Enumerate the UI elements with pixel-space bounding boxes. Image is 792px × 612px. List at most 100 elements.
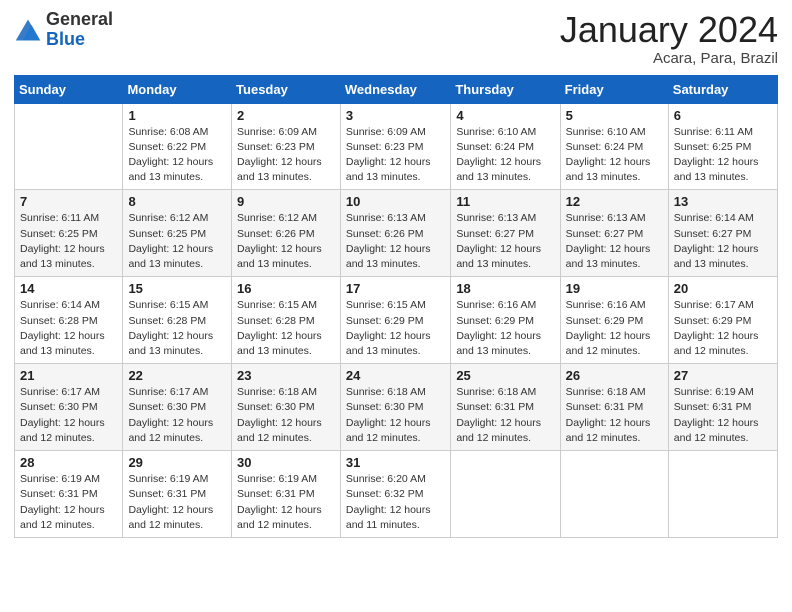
calendar-cell-w0-d2: 2Sunrise: 6:09 AMSunset: 6:23 PMDaylight… bbox=[232, 103, 341, 190]
day-number: 24 bbox=[346, 368, 445, 383]
sunrise-text: Sunrise: 6:19 AM bbox=[237, 473, 317, 485]
sunset-text: Sunset: 6:31 PM bbox=[237, 488, 315, 500]
day-detail: Sunrise: 6:15 AMSunset: 6:28 PMDaylight:… bbox=[128, 298, 226, 359]
sunset-text: Sunset: 6:28 PM bbox=[237, 315, 315, 327]
day-number: 10 bbox=[346, 194, 445, 209]
logo-icon bbox=[14, 16, 42, 44]
daylight-text: Daylight: 12 hours and 13 minutes. bbox=[237, 243, 322, 270]
sunset-text: Sunset: 6:23 PM bbox=[237, 141, 315, 153]
sunrise-text: Sunrise: 6:18 AM bbox=[346, 386, 426, 398]
sunset-text: Sunset: 6:24 PM bbox=[566, 141, 644, 153]
calendar-header: Sunday Monday Tuesday Wednesday Thursday… bbox=[15, 75, 778, 103]
day-number: 20 bbox=[674, 281, 772, 296]
calendar-cell-w4-d5 bbox=[560, 451, 668, 538]
day-number: 11 bbox=[456, 194, 554, 209]
daylight-text: Daylight: 12 hours and 13 minutes. bbox=[566, 243, 651, 270]
day-detail: Sunrise: 6:18 AMSunset: 6:31 PMDaylight:… bbox=[456, 385, 554, 446]
calendar-cell-w2-d2: 16Sunrise: 6:15 AMSunset: 6:28 PMDayligh… bbox=[232, 277, 341, 364]
sunrise-text: Sunrise: 6:14 AM bbox=[20, 299, 100, 311]
calendar-cell-w0-d6: 6Sunrise: 6:11 AMSunset: 6:25 PMDaylight… bbox=[668, 103, 777, 190]
daylight-text: Daylight: 12 hours and 13 minutes. bbox=[237, 156, 322, 183]
day-number: 28 bbox=[20, 455, 117, 470]
title-month: January 2024 bbox=[560, 10, 778, 50]
day-detail: Sunrise: 6:18 AMSunset: 6:31 PMDaylight:… bbox=[566, 385, 663, 446]
sunrise-text: Sunrise: 6:17 AM bbox=[128, 386, 208, 398]
daylight-text: Daylight: 12 hours and 13 minutes. bbox=[128, 330, 213, 357]
day-detail: Sunrise: 6:16 AMSunset: 6:29 PMDaylight:… bbox=[456, 298, 554, 359]
sunset-text: Sunset: 6:32 PM bbox=[346, 488, 424, 500]
calendar-cell-w3-d4: 25 Sunrise: 6:18 AMSunset: 6:31 PMDayligh… bbox=[451, 364, 560, 451]
calendar-cell-w3-d1: 22Sunrise: 6:17 AMSunset: 6:30 PMDayligh… bbox=[123, 364, 232, 451]
sunrise-text: Sunrise: 6:16 AM bbox=[566, 299, 646, 311]
sunrise-text: Sunrise: 6:13 AM bbox=[456, 212, 536, 224]
day-detail: Sunrise: 6:15 AM Sunset: 6:28 PM Daylight:… bbox=[237, 298, 335, 359]
header-sunday: Sunday bbox=[15, 75, 123, 103]
day-number: 26 bbox=[566, 368, 663, 383]
sunrise-text: Sunrise: 6:11 AM bbox=[20, 212, 99, 224]
day-detail: Sunrise: 6:14 AMSunset: 6:28 PMDaylight:… bbox=[20, 298, 117, 359]
sunrise-text: Sunrise: 6:15 AM bbox=[237, 299, 317, 311]
daylight-text: Daylight: 12 hours and 13 minutes. bbox=[20, 330, 105, 357]
day-number: 8 bbox=[128, 194, 226, 209]
day-number: 25 bbox=[456, 368, 554, 383]
daylight-text: Daylight: 12 hours and 12 minutes. bbox=[674, 330, 759, 357]
daylight-text: Daylight: 12 hours and 13 minutes. bbox=[346, 243, 431, 270]
day-detail: Sunrise: 6:20 AMSunset: 6:32 PMDaylight:… bbox=[346, 472, 445, 533]
day-detail: Sunrise: 6:08 AM Sunset: 6:22 PM Daylight:… bbox=[128, 125, 226, 186]
daylight-text: Daylight: 12 hours and 13 minutes. bbox=[237, 330, 322, 357]
sunrise-text: Sunrise: 6:20 AM bbox=[346, 473, 426, 485]
calendar-cell-w3-d3: 24Sunrise: 6:18 AMSunset: 6:30 PMDayligh… bbox=[340, 364, 450, 451]
calendar-cell-w4-d0: 28 Sunrise: 6:19 AMSunset: 6:31 PMDayligh… bbox=[15, 451, 123, 538]
sunrise-text: Sunrise: 6:14 AM bbox=[674, 212, 754, 224]
day-detail: Sunrise: 6:19 AMSunset: 6:31 PMDaylight:… bbox=[128, 472, 226, 533]
sunset-text: Sunset: 6:29 PM bbox=[456, 315, 534, 327]
daylight-text: Daylight: 12 hours and 12 minutes. bbox=[674, 417, 759, 444]
day-number: 23 bbox=[237, 368, 335, 383]
daylight-text: Daylight: 12 hours and 13 minutes. bbox=[128, 243, 213, 270]
day-number: 9 bbox=[237, 194, 335, 209]
calendar-cell-w4-d6 bbox=[668, 451, 777, 538]
calendar-cell-w0-d5: 5Sunrise: 6:10 AMSunset: 6:24 PMDaylight… bbox=[560, 103, 668, 190]
sunset-text: Sunset: 6:29 PM bbox=[566, 315, 644, 327]
daylight-text: Daylight: 12 hours and 12 minutes. bbox=[456, 417, 541, 444]
daylight-text: Daylight: 12 hours and 13 minutes. bbox=[128, 156, 213, 183]
day-detail: Sunrise: 6:16 AMSunset: 6:29 PMDaylight:… bbox=[566, 298, 663, 359]
daylight-text: Daylight: 12 hours and 12 minutes. bbox=[128, 417, 213, 444]
sunrise-text: Sunrise: 6:10 AM bbox=[566, 126, 646, 138]
calendar-cell-w4-d2: 30Sunrise: 6:19 AMSunset: 6:31 PMDayligh… bbox=[232, 451, 341, 538]
calendar-cell-w1-d5: 12Sunrise: 6:13 AMSunset: 6:27 PMDayligh… bbox=[560, 190, 668, 277]
daylight-text: Daylight: 12 hours and 12 minutes. bbox=[20, 504, 105, 531]
day-number: 30 bbox=[237, 455, 335, 470]
sunset-text: Sunset: 6:28 PM bbox=[128, 315, 206, 327]
sunrise-text: Sunrise: 6:19 AM bbox=[674, 386, 754, 398]
header-tuesday: Tuesday bbox=[232, 75, 341, 103]
day-detail: Sunrise: 6:18 AMSunset: 6:30 PMDaylight:… bbox=[237, 385, 335, 446]
day-detail: Sunrise: 6:13 AMSunset: 6:27 PMDaylight:… bbox=[566, 211, 663, 272]
daylight-text: Daylight: 12 hours and 13 minutes. bbox=[456, 156, 541, 183]
calendar-body: 1Sunrise: 6:08 AMSunset: 6:22 PMDaylight… bbox=[15, 103, 778, 537]
calendar-week-4: 28Sunrise: 6:19 AMSunset: 6:31 PMDayligh… bbox=[15, 451, 778, 538]
daylight-text: Daylight: 12 hours and 12 minutes. bbox=[346, 417, 431, 444]
day-detail: Sunrise: 6:12 AMSunset: 6:26 PMDaylight:… bbox=[237, 211, 335, 272]
day-detail: Sunrise: 6:14 AMSunset: 6:27 PMDaylight:… bbox=[674, 211, 772, 272]
day-detail: Sunrise: 6:11 AMSunset: 6:25 PMDaylight:… bbox=[20, 211, 117, 272]
title-location: Acara, Para, Brazil bbox=[560, 50, 778, 67]
day-number: 15 bbox=[128, 281, 226, 296]
header-wednesday: Wednesday bbox=[340, 75, 450, 103]
day-detail: Sunrise: 6:19 AMSunset: 6:31 PMDaylight:… bbox=[20, 472, 117, 533]
calendar-cell-w0-d1: 1Sunrise: 6:08 AMSunset: 6:22 PMDaylight… bbox=[123, 103, 232, 190]
sunrise-text: Sunrise: 6:08 AM bbox=[128, 126, 208, 138]
sunrise-text: Sunrise: 6:13 AM bbox=[566, 212, 646, 224]
day-number: 19 bbox=[566, 281, 663, 296]
calendar-cell-w1-d1: 8Sunrise: 6:12 AMSunset: 6:25 PMDaylight… bbox=[123, 190, 232, 277]
day-detail: Sunrise: 6:17 AMSunset: 6:30 PMDaylight:… bbox=[128, 385, 226, 446]
day-number: 29 bbox=[128, 455, 226, 470]
daylight-text: Daylight: 12 hours and 13 minutes. bbox=[346, 156, 431, 183]
day-number: 14 bbox=[20, 281, 117, 296]
logo-blue-text: Blue bbox=[46, 30, 113, 50]
calendar-cell-w2-d1: 15 Sunrise: 6:15 AMSunset: 6:28 PMDayligh… bbox=[123, 277, 232, 364]
sunset-text: Sunset: 6:22 PM bbox=[128, 141, 206, 153]
calendar-cell-w1-d2: 9 Sunrise: 6:12 AMSunset: 6:26 PMDaylight… bbox=[232, 190, 341, 277]
daylight-text: Daylight: 12 hours and 12 minutes. bbox=[237, 417, 322, 444]
calendar-table: Sunday Monday Tuesday Wednesday Thursday… bbox=[14, 75, 778, 538]
